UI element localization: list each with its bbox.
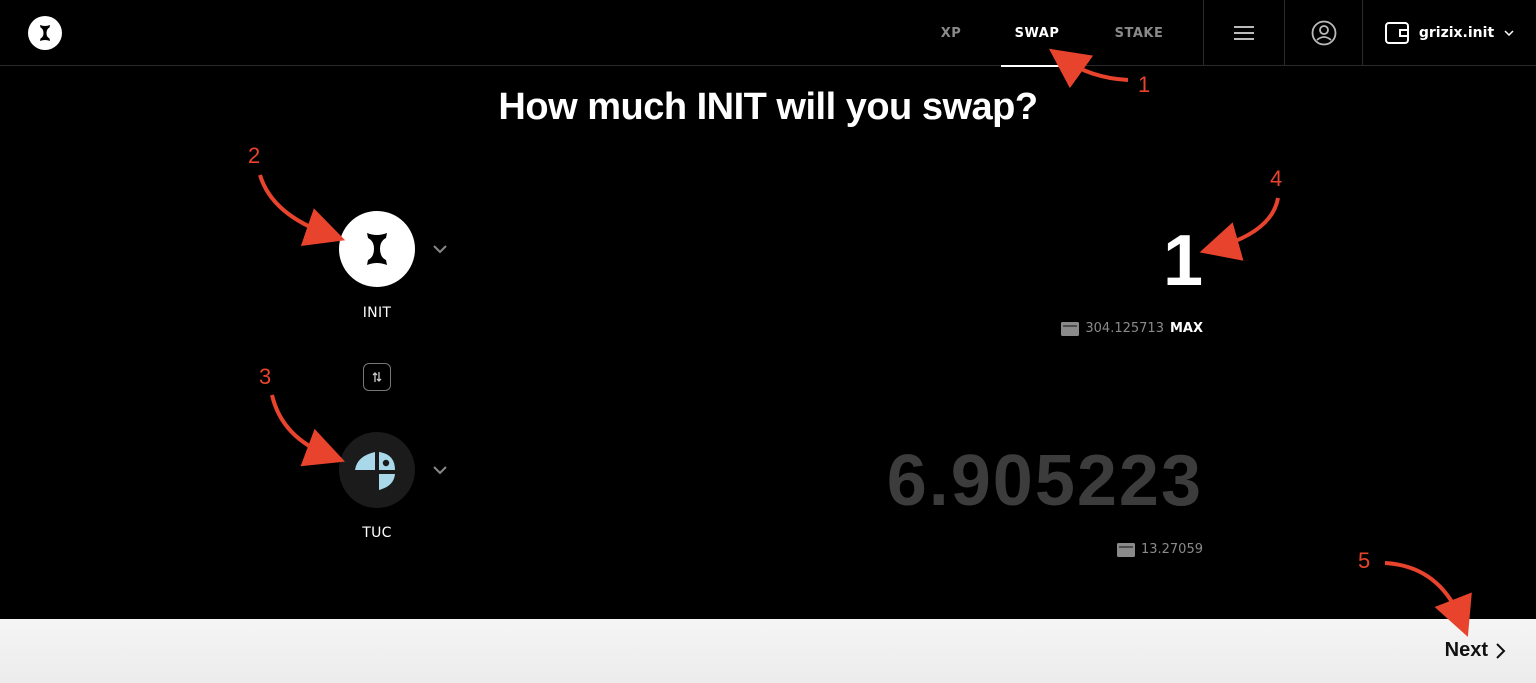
wallet-button[interactable]: grizix.init <box>1363 0 1536 66</box>
to-balance-value: 13.27059 <box>1140 542 1203 557</box>
annotation-label: 5 <box>1358 548 1371 573</box>
hamburger-menu-icon <box>1234 26 1254 40</box>
next-button-label: Next <box>1444 639 1488 661</box>
annotation-label: 1 <box>1138 72 1151 97</box>
annotation-label: 2 <box>248 143 261 168</box>
profile-button[interactable] <box>1285 0 1362 66</box>
from-token-symbol: INIT <box>362 305 392 321</box>
tab-xp[interactable]: XP <box>930 0 972 66</box>
to-token-selector[interactable] <box>339 432 415 508</box>
annotation-arrow <box>258 174 346 247</box>
wallet-balance-icon <box>1061 321 1080 336</box>
to-token-symbol: TUC <box>362 525 392 541</box>
user-icon <box>1311 20 1336 46</box>
from-token-selector[interactable] <box>339 211 415 287</box>
chevron-right-icon <box>1496 642 1506 659</box>
switch-tokens-button[interactable] <box>363 363 391 391</box>
to-token-chevron-icon[interactable] <box>431 461 449 479</box>
from-balance: 304.125713 MAX <box>1061 321 1203 336</box>
app-logo[interactable] <box>28 16 62 50</box>
annotation-arrow <box>1384 561 1472 637</box>
annotation-arrow <box>1199 197 1280 261</box>
footer-bar: Next <box>0 619 1536 683</box>
init-token-icon <box>367 233 387 265</box>
annotation-arrow <box>270 394 345 467</box>
from-balance-value: 304.125713 <box>1085 321 1164 336</box>
max-button[interactable]: MAX <box>1170 321 1203 336</box>
chevron-down-icon <box>1504 30 1514 36</box>
wallet-icon <box>1384 22 1409 44</box>
tuc-token-icon <box>355 452 395 490</box>
initia-logo-icon <box>40 25 50 41</box>
menu-button[interactable] <box>1204 0 1284 66</box>
annotation-label: 3 <box>259 364 272 389</box>
wallet-balance-icon <box>1116 542 1135 557</box>
swap-page: XP SWAP STAKE grizix.init How much INIT … <box>0 0 1536 683</box>
to-balance: 13.27059 <box>1116 542 1203 557</box>
top-navigation-bar: XP SWAP STAKE grizix.init <box>0 0 1536 67</box>
from-token-chevron-icon[interactable] <box>431 240 449 258</box>
wallet-address-label: grizix.init <box>1418 25 1495 41</box>
swap-arrows-icon <box>372 372 382 382</box>
to-amount-display: 6.905223 <box>886 441 1203 521</box>
from-amount-input[interactable]: 1 <box>803 220 1203 302</box>
tab-swap[interactable]: SWAP <box>1001 0 1073 67</box>
annotation-label: 4 <box>1270 166 1283 191</box>
page-title: How much INIT will you swap? <box>498 86 1038 128</box>
next-button[interactable]: Next <box>1445 639 1506 662</box>
tab-stake[interactable]: STAKE <box>1105 0 1173 66</box>
